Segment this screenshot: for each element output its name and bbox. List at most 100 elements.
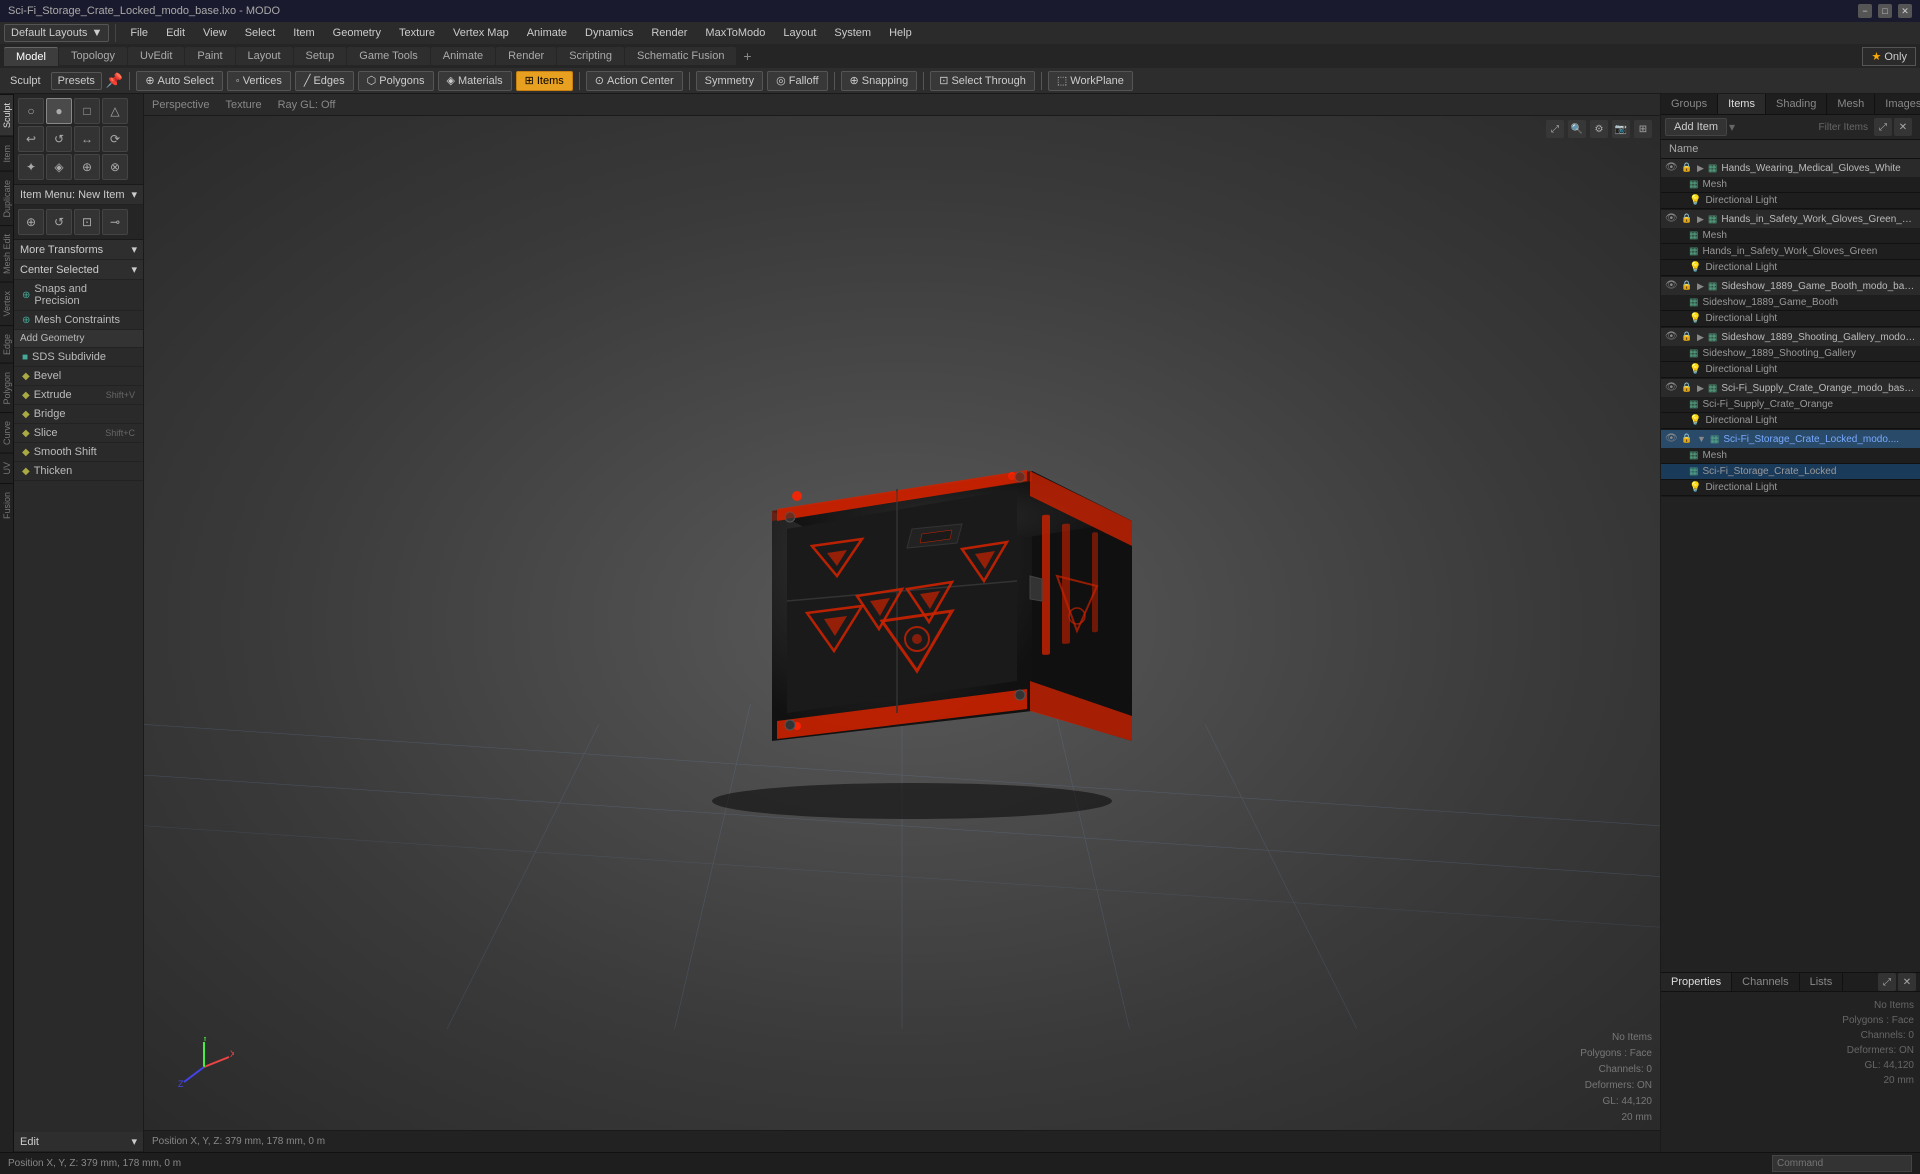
menu-geometry[interactable]: Geometry xyxy=(325,25,389,41)
lock-icon-6[interactable]: 🔒 xyxy=(1681,433,1693,445)
auto-select-button[interactable]: ⊕ Auto Select xyxy=(136,71,222,91)
items-expand-icon[interactable]: ⤢ xyxy=(1874,118,1892,136)
item-sub-mesh-1[interactable]: ▦ Mesh xyxy=(1661,177,1920,193)
tool-dot-icon[interactable]: ● xyxy=(46,98,72,124)
menu-layout[interactable]: Layout xyxy=(775,25,824,41)
add-item-dropdown-icon[interactable]: ▾ xyxy=(1729,120,1735,134)
tab-animate[interactable]: Animate xyxy=(431,47,495,65)
lock-icon-4[interactable]: 🔒 xyxy=(1681,331,1693,343)
tool-circle-icon[interactable]: ○ xyxy=(18,98,44,124)
tool-triangle-icon[interactable]: △ xyxy=(102,98,128,124)
extrude-item[interactable]: ◆ Extrude Shift+V xyxy=(14,386,143,405)
tool-remove-icon[interactable]: ⊗ xyxy=(102,154,128,180)
tab-schematic-fusion[interactable]: Schematic Fusion xyxy=(625,47,736,65)
menu-vertex-map[interactable]: Vertex Map xyxy=(445,25,517,41)
item-menu-dropdown[interactable]: Item Menu: New Item ▾ xyxy=(14,185,143,205)
tool-star-icon[interactable]: ✦ xyxy=(18,154,44,180)
tool-rotate-icon[interactable]: ⟳ xyxy=(102,126,128,152)
layout-dropdown[interactable]: Default Layouts ▼ xyxy=(4,24,109,42)
transform-extra-icon[interactable]: ⊸ xyxy=(102,209,128,235)
viewport-render-label[interactable]: Texture xyxy=(225,99,261,111)
chevron-icon-2[interactable]: ▶ xyxy=(1697,214,1704,225)
menu-animate[interactable]: Animate xyxy=(519,25,575,41)
vert-tab-polygon[interactable]: Polygon xyxy=(0,363,13,413)
item-sub-mesh-storage[interactable]: ▦ Mesh xyxy=(1661,448,1920,464)
menu-item[interactable]: Item xyxy=(285,25,322,41)
bottom-tab-properties[interactable]: Properties xyxy=(1661,973,1732,991)
lock-icon-5[interactable]: 🔒 xyxy=(1681,382,1693,394)
select-through-button[interactable]: ⊡ Select Through xyxy=(930,71,1035,91)
items-button[interactable]: ⊞ Items xyxy=(516,71,573,91)
vert-tab-curve[interactable]: Curve xyxy=(0,412,13,453)
snapping-button[interactable]: ⊕ Snapping xyxy=(841,71,918,91)
transform-scale-icon[interactable]: ⊡ xyxy=(74,209,100,235)
menu-view[interactable]: View xyxy=(195,25,235,41)
workplane-button[interactable]: ⬚ WorkPlane xyxy=(1048,71,1133,91)
tool-grid-icon[interactable]: ◈ xyxy=(46,154,72,180)
bottom-tab-channels[interactable]: Channels xyxy=(1732,973,1799,991)
vert-tab-vertex[interactable]: Vertex xyxy=(0,282,13,325)
vert-tab-fusion[interactable]: Fusion xyxy=(0,483,13,527)
item-sub-directional-light-3[interactable]: 💡 Directional Light xyxy=(1661,311,1920,327)
tab-layout[interactable]: Layout xyxy=(236,47,293,65)
items-list[interactable]: 👁 🔒 ▶ ▦ Hands_Wearing_Medical_Gloves_Whi… xyxy=(1661,159,1920,972)
ray-gl-status[interactable]: Ray GL: Off xyxy=(278,99,336,111)
item-sub-supply-crate[interactable]: ▦ Sci-Fi_Supply_Crate_Orange xyxy=(1661,397,1920,413)
tab-scripting[interactable]: Scripting xyxy=(557,47,624,65)
tool-redo-icon[interactable]: ↺ xyxy=(46,126,72,152)
transform-move-icon[interactable]: ⊕ xyxy=(18,209,44,235)
vert-tab-duplicate[interactable]: Duplicate xyxy=(0,171,13,226)
chevron-icon[interactable]: ▶ xyxy=(1697,163,1704,174)
more-transforms-dropdown[interactable]: More Transforms ▾ xyxy=(14,240,143,260)
presets-button[interactable]: Presets xyxy=(51,72,102,90)
vert-tab-mesh-edit[interactable]: Mesh Edit xyxy=(0,225,13,282)
viewport-canvas[interactable]: ⤢ 🔍 ⚙ 📷 ⊞ X Y Z xyxy=(144,116,1660,1130)
tab-uvedit[interactable]: UvEdit xyxy=(128,47,184,65)
menu-edit[interactable]: Edit xyxy=(158,25,193,41)
viewport-camera-icon[interactable]: 📷 xyxy=(1612,120,1630,138)
sds-subdivide-item[interactable]: ■ SDS Subdivide xyxy=(14,348,143,367)
vert-tab-uv[interactable]: UV xyxy=(0,453,13,483)
viewport-maximize-icon[interactable]: ⤢ xyxy=(1546,120,1564,138)
menu-dynamics[interactable]: Dynamics xyxy=(577,25,641,41)
falloff-button[interactable]: ◎ Falloff xyxy=(767,71,827,91)
tab-paint[interactable]: Paint xyxy=(185,47,234,65)
transform-rotate-icon[interactable]: ↺ xyxy=(46,209,72,235)
chevron-icon-4[interactable]: ▶ xyxy=(1697,332,1704,343)
tool-flip-icon[interactable]: ↔ xyxy=(74,126,100,152)
item-sub-mesh-2[interactable]: ▦ Mesh xyxy=(1661,228,1920,244)
vert-tab-sculpt[interactable]: Sculpt xyxy=(0,94,13,136)
chevron-icon-5[interactable]: ▶ xyxy=(1697,383,1704,394)
bottom-close-icon[interactable]: ✕ xyxy=(1898,973,1916,991)
chevron-icon-3[interactable]: ▶ xyxy=(1697,281,1704,292)
presets-pin-icon[interactable]: 📌 xyxy=(106,72,123,89)
item-sub-directional-light-6[interactable]: 💡 Directional Light xyxy=(1661,480,1920,496)
chevron-icon-6[interactable]: ▼ xyxy=(1697,434,1706,444)
tool-undo-icon[interactable]: ↩ xyxy=(18,126,44,152)
vert-tab-edge[interactable]: Edge xyxy=(0,325,13,363)
close-button[interactable]: ✕ xyxy=(1898,4,1912,18)
eye-icon-5[interactable]: 👁 xyxy=(1665,382,1677,394)
thicken-item[interactable]: ◆ Thicken xyxy=(14,462,143,481)
add-item-button[interactable]: Add Item xyxy=(1665,118,1727,136)
vert-tab-item[interactable]: Item xyxy=(0,136,13,171)
bottom-expand-icon[interactable]: ⤢ xyxy=(1878,973,1896,991)
lock-icon-3[interactable]: 🔒 xyxy=(1681,280,1693,292)
tab-render[interactable]: Render xyxy=(496,47,556,65)
menu-texture[interactable]: Texture xyxy=(391,25,443,41)
bevel-item[interactable]: ◆ Bevel xyxy=(14,367,143,386)
command-input[interactable] xyxy=(1772,1155,1912,1172)
item-group-header-hands-medical[interactable]: 👁 🔒 ▶ ▦ Hands_Wearing_Medical_Gloves_Whi… xyxy=(1661,159,1920,177)
menu-render[interactable]: Render xyxy=(643,25,695,41)
eye-icon-4[interactable]: 👁 xyxy=(1665,331,1677,343)
tab-game-tools[interactable]: Game Tools xyxy=(347,47,430,65)
tool-square-icon[interactable]: □ xyxy=(74,98,100,124)
item-group-header-supply-crate[interactable]: 👁 🔒 ▶ ▦ Sci-Fi_Supply_Crate_Orange_modo_… xyxy=(1661,379,1920,397)
viewport-type-label[interactable]: Perspective xyxy=(152,99,209,111)
menu-help[interactable]: Help xyxy=(881,25,920,41)
lock-icon-2[interactable]: 🔒 xyxy=(1681,213,1693,225)
action-center-button[interactable]: ⊙ Action Center xyxy=(586,71,683,91)
item-group-header-hands-safety[interactable]: 👁 🔒 ▶ ▦ Hands_in_Safety_Work_Gloves_Gree… xyxy=(1661,210,1920,228)
snaps-precision-item[interactable]: ⊕ Snaps and Precision xyxy=(14,280,143,311)
item-sub-storage-crate-selected[interactable]: ▦ Sci-Fi_Storage_Crate_Locked xyxy=(1661,464,1920,480)
